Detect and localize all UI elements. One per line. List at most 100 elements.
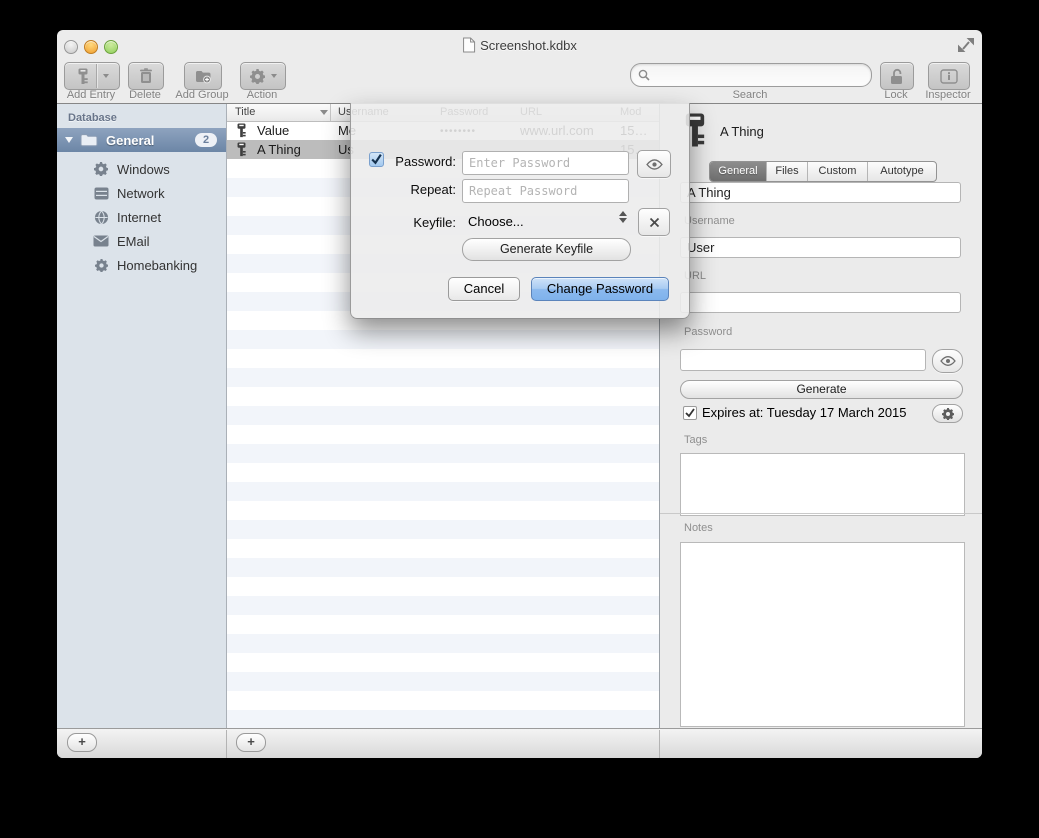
empty-row bbox=[227, 349, 659, 368]
action-button[interactable] bbox=[240, 62, 286, 90]
sidebar-item-email[interactable]: EMail bbox=[57, 229, 226, 253]
add-entry-plus-button[interactable]: + bbox=[236, 733, 266, 752]
lock-open-icon bbox=[889, 68, 905, 85]
section-divider bbox=[660, 513, 982, 514]
close-button[interactable] bbox=[64, 40, 78, 54]
folder-icon bbox=[80, 133, 98, 147]
add-entry-button[interactable] bbox=[64, 62, 120, 90]
notes-label: Notes bbox=[684, 522, 713, 534]
sidebar-item-label: EMail bbox=[117, 234, 150, 249]
empty-row bbox=[227, 558, 659, 577]
sidebar-item-internet[interactable]: Internet bbox=[57, 205, 226, 229]
url-field[interactable] bbox=[680, 292, 961, 313]
inspector-button[interactable] bbox=[928, 62, 970, 90]
dialog-repeat-label: Repeat: bbox=[386, 182, 456, 197]
tab-general[interactable]: General bbox=[710, 162, 767, 181]
tab-files[interactable]: Files bbox=[767, 162, 808, 181]
generate-password-button[interactable]: Generate bbox=[680, 380, 963, 399]
empty-row bbox=[227, 406, 659, 425]
lock-button[interactable] bbox=[880, 62, 914, 90]
app-window: Screenshot.kdbx bbox=[57, 30, 982, 758]
footer-divider bbox=[226, 730, 227, 758]
envelope-icon bbox=[93, 233, 109, 249]
change-password-button[interactable]: Change Password bbox=[531, 277, 669, 301]
sidebar-item-homebanking[interactable]: Homebanking bbox=[57, 253, 226, 277]
window-title: Screenshot.kdbx bbox=[480, 38, 577, 53]
group-count-badge: 2 bbox=[195, 133, 217, 147]
stepper-icon[interactable] bbox=[619, 211, 627, 223]
inspector-tabbar: General Files Custom Autotype bbox=[709, 161, 937, 182]
clear-keyfile-button[interactable] bbox=[638, 208, 670, 236]
empty-row bbox=[227, 444, 659, 463]
gear-icon bbox=[250, 69, 265, 84]
enter-password-input[interactable] bbox=[462, 151, 629, 175]
zoom-button[interactable] bbox=[104, 40, 118, 54]
tags-input[interactable] bbox=[680, 453, 965, 516]
delete-button[interactable] bbox=[128, 62, 164, 90]
empty-row bbox=[227, 463, 659, 482]
footer-divider bbox=[659, 730, 660, 758]
dialog-password-label: Password: bbox=[386, 154, 456, 169]
key-icon bbox=[77, 68, 89, 85]
title-field[interactable] bbox=[680, 182, 961, 203]
cell-title: A Thing bbox=[257, 142, 301, 157]
username-field[interactable] bbox=[680, 237, 961, 258]
empty-row bbox=[227, 653, 659, 672]
action-label: Action bbox=[247, 89, 278, 101]
empty-row bbox=[227, 615, 659, 634]
empty-row bbox=[227, 482, 659, 501]
expiry-options-button[interactable] bbox=[932, 404, 963, 423]
sidebar-item-label: Internet bbox=[117, 210, 161, 225]
info-icon bbox=[940, 69, 958, 84]
search-input[interactable] bbox=[654, 66, 871, 84]
generate-keyfile-button[interactable]: Generate Keyfile bbox=[462, 238, 631, 261]
dialog-keyfile-label: Keyfile: bbox=[386, 215, 456, 230]
sidebar-header: Database bbox=[68, 112, 117, 124]
cancel-button[interactable]: Cancel bbox=[448, 277, 520, 301]
inspector-label: Inspector bbox=[925, 89, 970, 101]
search-label: Search bbox=[733, 89, 768, 101]
notes-input[interactable] bbox=[680, 542, 965, 727]
empty-row bbox=[227, 539, 659, 558]
keyfile-dropdown[interactable]: Choose... bbox=[468, 214, 524, 229]
inspector-entry-title: A Thing bbox=[720, 124, 764, 139]
sidebar-item-network[interactable]: Network bbox=[57, 181, 226, 205]
tags-label: Tags bbox=[684, 434, 707, 446]
empty-row bbox=[227, 691, 659, 710]
empty-row bbox=[227, 596, 659, 615]
empty-row bbox=[227, 368, 659, 387]
minimize-button[interactable] bbox=[84, 40, 98, 54]
sidebar-group-general[interactable]: General 2 bbox=[57, 128, 226, 152]
tab-autotype[interactable]: Autotype bbox=[868, 162, 936, 181]
column-divider[interactable] bbox=[330, 104, 331, 121]
cell-title: Value bbox=[257, 123, 289, 138]
search-field[interactable] bbox=[630, 63, 872, 87]
column-title[interactable]: Title bbox=[235, 106, 255, 118]
key-icon bbox=[236, 142, 247, 157]
sidebar-item-label: Windows bbox=[117, 162, 170, 177]
titlebar-toolbar: Screenshot.kdbx bbox=[57, 30, 982, 104]
show-password-button[interactable] bbox=[637, 150, 671, 178]
empty-row bbox=[227, 577, 659, 596]
trash-icon bbox=[139, 68, 153, 84]
sidebar-item-windows[interactable]: Windows bbox=[57, 157, 226, 181]
repeat-password-input[interactable] bbox=[462, 179, 629, 203]
add-group-button[interactable] bbox=[184, 62, 222, 90]
disclosure-triangle-icon[interactable] bbox=[65, 137, 73, 143]
gear-icon bbox=[93, 257, 109, 273]
empty-row bbox=[227, 387, 659, 406]
lock-label: Lock bbox=[884, 89, 907, 101]
reveal-password-button[interactable] bbox=[932, 349, 963, 373]
empty-row bbox=[227, 710, 659, 729]
password-label: Password bbox=[684, 326, 732, 338]
server-icon bbox=[93, 185, 109, 201]
password-checkbox[interactable] bbox=[369, 152, 384, 167]
tab-custom[interactable]: Custom bbox=[808, 162, 868, 181]
fullscreen-icon[interactable] bbox=[957, 37, 975, 53]
add-group-label: Add Group bbox=[175, 89, 228, 101]
globe-icon bbox=[93, 209, 109, 225]
expires-checkbox[interactable] bbox=[683, 406, 697, 420]
password-field[interactable] bbox=[680, 349, 926, 371]
add-group-plus-button[interactable]: + bbox=[67, 733, 97, 752]
sort-indicator-icon bbox=[320, 110, 328, 115]
